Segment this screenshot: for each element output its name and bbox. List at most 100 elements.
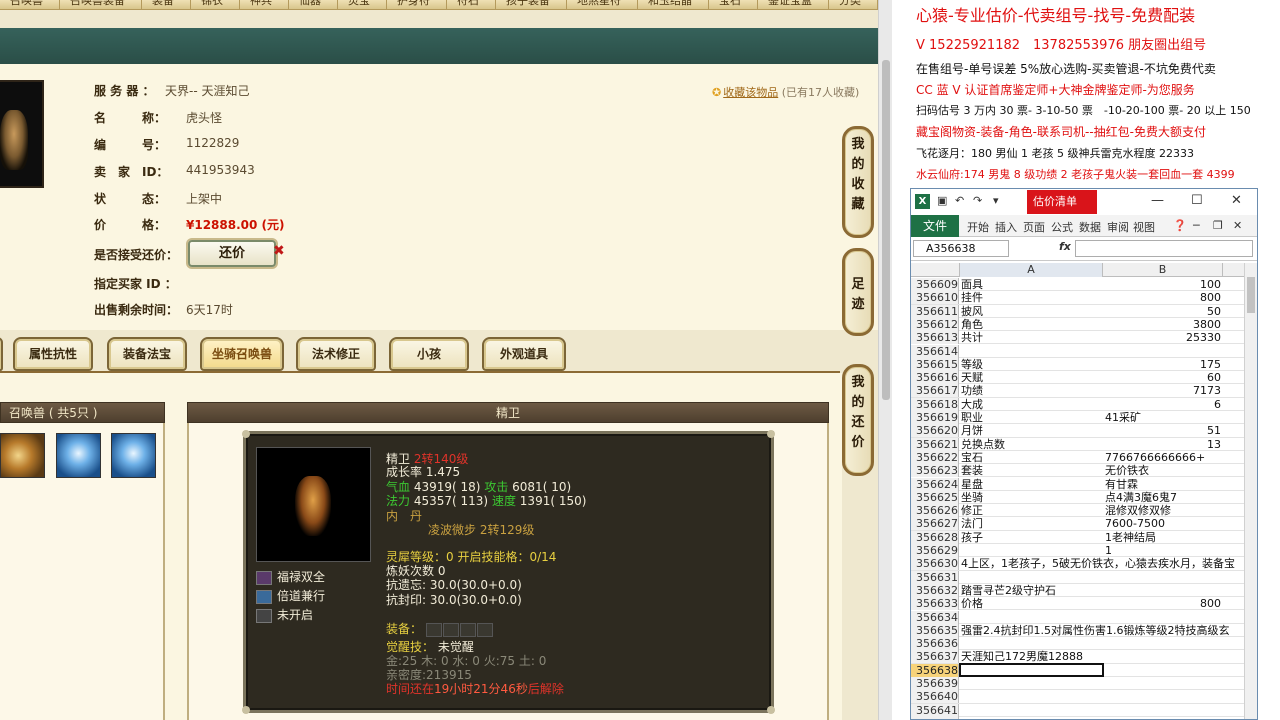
cell-a[interactable]: 星盘	[961, 478, 1103, 491]
row-number[interactable]: 356618	[911, 397, 959, 411]
sheet-row[interactable]: 356632 踏雪寻芒2级守护石	[911, 583, 1257, 598]
sheet-row[interactable]: 356635 强雷2.4抗封印1.5对属性伤害1.6锻炼等级2特技高级玄	[911, 623, 1257, 638]
sheet-row[interactable]: 356609 面具 100	[911, 278, 1257, 292]
top-nav-item[interactable]: 灵宝	[338, 0, 387, 9]
ribbon-tab[interactable]: 公式	[1051, 219, 1073, 235]
row-number[interactable]: 356633	[911, 597, 959, 611]
sheet-row[interactable]: 356616 天赋 60	[911, 371, 1257, 385]
row-number[interactable]: 356615	[911, 357, 959, 371]
cell-b[interactable]: 7173	[1105, 384, 1221, 397]
ribbon-tab[interactable]: 审阅	[1107, 219, 1129, 235]
tab-children[interactable]: 小孩	[389, 337, 469, 371]
pet-thumbnail[interactable]	[0, 433, 45, 478]
sheet-row[interactable]: 356622 宝石 7766766666666+	[911, 450, 1257, 465]
row-number[interactable]: 356617	[911, 384, 959, 398]
undo-icon[interactable]: ↶	[955, 194, 964, 207]
sheet-row[interactable]: 356624 星盘 有甘霖	[911, 477, 1257, 491]
row-number[interactable]: 356622	[911, 450, 959, 464]
cell-b[interactable]: 1老神结局	[1105, 531, 1221, 544]
equip-slot[interactable]	[459, 622, 476, 637]
row-number[interactable]: 356625	[911, 490, 959, 504]
tab-spell-correction[interactable]: 法术修正	[296, 337, 376, 371]
cell-a[interactable]: 宝石	[961, 451, 1103, 464]
cell-b[interactable]: 7600-7500	[1105, 517, 1221, 530]
sheet-row[interactable]: 356615 等级 175	[911, 357, 1257, 372]
sheet-row[interactable]: 356617 功绩 7173	[911, 384, 1257, 398]
my-favorites-button[interactable]: 我的收藏	[842, 126, 874, 238]
ribbon-tab[interactable]: 开始	[967, 219, 989, 235]
top-nav-item[interactable]: 和玉结晶	[638, 0, 709, 9]
window-close-icon[interactable]: ✕	[1233, 219, 1242, 232]
sheet-row[interactable]: 356621 兑换点数 13	[911, 437, 1257, 451]
cell-b[interactable]: 点4满3魔6鬼7	[1105, 491, 1221, 504]
save-icon[interactable]: ▣	[937, 194, 947, 207]
sheet-row[interactable]: 356640	[911, 690, 1257, 704]
sheet-row[interactable]: 356618 大成 6	[911, 397, 1257, 411]
sheet-row[interactable]: 356634	[911, 610, 1257, 624]
row-number[interactable]: 356640	[911, 690, 959, 704]
sheet-row[interactable]: 356637 天涯知己172男魔12888	[911, 650, 1257, 664]
cell-b[interactable]: 25330	[1105, 331, 1221, 344]
window-scrollbar[interactable]	[878, 0, 892, 720]
selected-cell[interactable]	[959, 662, 1104, 677]
customize-icon[interactable]: ▾	[993, 194, 999, 207]
sheet-row[interactable]: 356625 坐骑 点4满3魔6鬼7	[911, 490, 1257, 505]
row-number[interactable]: 356626	[911, 504, 959, 518]
cell-a[interactable]: 孩子	[961, 531, 1103, 544]
cell-b[interactable]: 1	[1105, 544, 1221, 557]
row-number[interactable]: 356632	[911, 583, 959, 597]
skill-icon[interactable]	[256, 590, 272, 604]
cell-a[interactable]: 4上区，1老孩子，5破无价铁衣，心猿去疾水月，装备宝	[961, 557, 1235, 570]
ribbon-tab[interactable]: 页面	[1023, 219, 1045, 235]
tab-attributes[interactable]: 属性抗性	[13, 337, 93, 371]
row-number[interactable]: 356623	[911, 464, 959, 478]
file-tab[interactable]: 文件	[911, 215, 959, 237]
skill-icon[interactable]	[256, 571, 272, 585]
my-counter-offers-button[interactable]: 我的还价	[842, 364, 874, 476]
row-number[interactable]: 356612	[911, 317, 959, 331]
sheet-row[interactable]: 356610 挂件 800	[911, 291, 1257, 305]
row-number[interactable]: 356629	[911, 544, 959, 557]
top-nav-item[interactable]: 神兵	[240, 0, 289, 9]
ribbon-tab[interactable]: 插入	[995, 219, 1017, 235]
cell-b[interactable]: 3800	[1105, 318, 1221, 331]
equip-slot[interactable]	[442, 622, 459, 637]
cell-b[interactable]: 6	[1105, 398, 1221, 411]
cell-a[interactable]: 等级	[961, 358, 1103, 371]
sheet-row[interactable]: 356639	[911, 677, 1257, 691]
top-nav-item[interactable]: 鉴证宝盒	[758, 0, 829, 9]
counter-offer-button[interactable]: 还价	[188, 240, 276, 267]
ribbon-tab[interactable]: 视图	[1133, 219, 1155, 235]
favorite-link[interactable]: 收藏该物品	[723, 86, 778, 99]
cell-b[interactable]: 100	[1105, 278, 1221, 291]
cell-a[interactable]: 法门	[961, 517, 1103, 530]
sheet-row[interactable]: 356613 共计 25330	[911, 331, 1257, 345]
equip-slot[interactable]	[476, 622, 493, 637]
cell-a[interactable]: 天涯知己172男魔12888	[961, 650, 1103, 663]
cell-b[interactable]: 50	[1105, 305, 1221, 318]
row-number[interactable]: 356636	[911, 637, 959, 651]
minimize-icon[interactable]: —	[1151, 193, 1164, 208]
vertical-scrollbar[interactable]	[1244, 263, 1257, 719]
row-number[interactable]: 356624	[911, 477, 959, 491]
sheet-row[interactable]: 356623 套装 无价铁衣	[911, 464, 1257, 478]
equip-slot[interactable]	[425, 622, 442, 637]
tab-mounts-pets[interactable]: 坐骑召唤兽	[200, 337, 284, 371]
top-nav-item[interactable]: 孩子装备	[496, 0, 567, 9]
cell-a[interactable]: 功绩	[961, 384, 1103, 397]
ribbon-tab[interactable]: 数据	[1079, 219, 1101, 235]
sheet-row[interactable]: 356628 孩子 1老神结局	[911, 530, 1257, 544]
cell-b[interactable]: 800	[1105, 291, 1221, 304]
sheet-row[interactable]: 356626 修正 混修双修双修	[911, 504, 1257, 518]
row-number[interactable]: 356637	[911, 650, 959, 664]
cell-b[interactable]: 175	[1105, 358, 1221, 371]
tab-partial[interactable]	[0, 337, 3, 371]
row-number[interactable]: 356619	[911, 411, 959, 424]
row-number[interactable]: 356627	[911, 517, 959, 531]
top-nav-item[interactable]: 召唤兽	[0, 0, 60, 9]
cell-a[interactable]: 共计	[961, 331, 1103, 344]
cell-a[interactable]: 职业	[961, 411, 1103, 424]
row-number[interactable]: 356614	[911, 344, 959, 358]
sheet-row[interactable]: 356631	[911, 570, 1257, 584]
sheet-row[interactable]: 356629 1	[911, 544, 1257, 558]
